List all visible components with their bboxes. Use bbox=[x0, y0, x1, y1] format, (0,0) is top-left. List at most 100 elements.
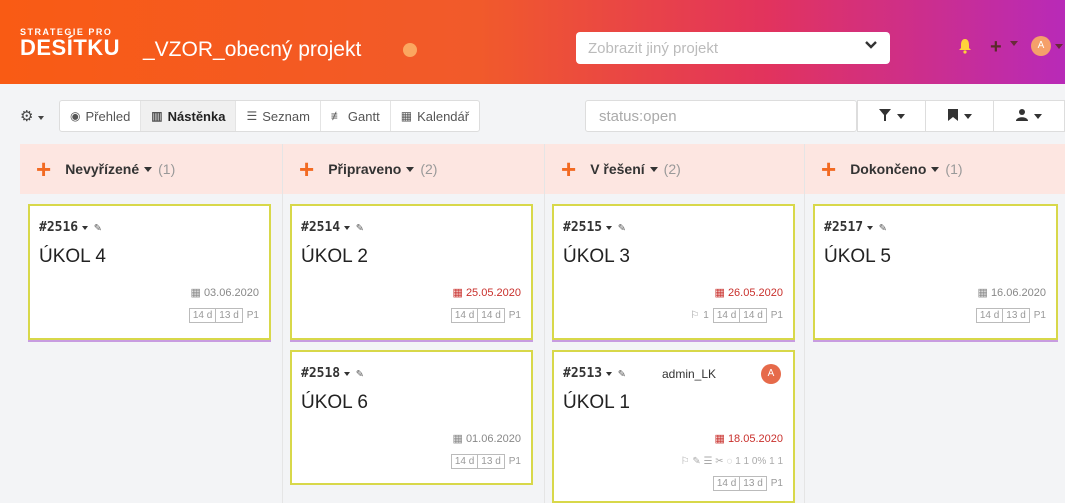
view-overview-button[interactable]: ◉ Přehled bbox=[60, 101, 142, 131]
chevron-down-icon[interactable] bbox=[606, 371, 613, 376]
top-header: STRATEGIE PRO DESÍTKU _VZOR_obecný proje… bbox=[0, 0, 1065, 84]
chevron-down-icon[interactable] bbox=[406, 166, 415, 172]
view-label: Nástěnka bbox=[167, 108, 226, 124]
funnel-icon bbox=[878, 108, 891, 124]
filter-button[interactable] bbox=[858, 101, 926, 131]
add-task-icon[interactable]: + bbox=[561, 156, 576, 182]
task-meta: ⚐ ✎ ☰ ✂ ◌ 1 1 0% 1 1 bbox=[681, 456, 783, 467]
task-estimates: 14 d 13 d P1 bbox=[450, 454, 521, 469]
project-select[interactable]: Zobrazit jiný projekt bbox=[576, 32, 890, 64]
task-card[interactable]: #2514 ✎ ÚKOL 2 ▦ 25.05.2020 14 d 14 d P1 bbox=[290, 204, 533, 340]
task-card[interactable]: #2517 ✎ ÚKOL 5 ▦ 16.06.2020 14 d 13 d P1 bbox=[813, 204, 1058, 340]
view-calendar-button[interactable]: ▦ Kalendář bbox=[391, 101, 479, 131]
priority: P1 bbox=[246, 310, 259, 321]
due-date-text: 03.06.2020 bbox=[203, 287, 259, 299]
add-task-icon[interactable]: + bbox=[36, 156, 51, 182]
priority: P1 bbox=[1033, 310, 1046, 321]
project-title[interactable]: _VZOR_obecný projekt bbox=[143, 38, 361, 62]
user-caret-icon[interactable] bbox=[1055, 44, 1063, 49]
add-task-icon[interactable]: + bbox=[299, 156, 314, 182]
chevron-down-icon[interactable] bbox=[649, 166, 658, 172]
task-id[interactable]: #2513 ✎ bbox=[563, 366, 625, 381]
filter-buttons bbox=[857, 100, 1065, 132]
task-id[interactable]: #2514 ✎ bbox=[301, 220, 363, 235]
user-filter-button[interactable] bbox=[994, 101, 1064, 131]
search-input[interactable] bbox=[585, 100, 857, 132]
edit-icon[interactable]: ✎ bbox=[879, 220, 886, 234]
edit-icon[interactable]: ✎ bbox=[356, 220, 363, 234]
edit-icon[interactable]: ✎ bbox=[356, 366, 363, 380]
gear-icon[interactable]: ⚙ bbox=[20, 107, 33, 125]
task-card[interactable]: #2513 ✎ admin_LK A ÚKOL 1 ▦ 18.05.2020 ⚐ … bbox=[552, 350, 795, 503]
task-estimates: ⚐ 1 14 d 14 d P1 bbox=[690, 308, 783, 323]
due-date: ▦ 16.06.2020 bbox=[977, 286, 1046, 299]
task-id-text: #2515 bbox=[563, 220, 603, 235]
calendar-icon: ▦ bbox=[714, 287, 725, 299]
bookmark-caret-icon bbox=[963, 113, 972, 119]
info-icon[interactable] bbox=[403, 43, 417, 57]
task-title: ÚKOL 4 bbox=[39, 246, 106, 267]
assignee-avatar[interactable]: A bbox=[761, 364, 781, 384]
chevron-down-icon bbox=[864, 37, 878, 56]
add-icon[interactable]: + bbox=[990, 36, 1002, 59]
board-icon: ▥ bbox=[151, 109, 163, 123]
view-board-button[interactable]: ▥ Nástěnka bbox=[141, 101, 237, 131]
chevron-down-icon[interactable] bbox=[144, 166, 153, 172]
bell-icon[interactable] bbox=[957, 38, 973, 54]
calendar-icon: ▦ bbox=[714, 433, 725, 445]
list-icon: ☰ bbox=[246, 109, 258, 123]
column-header-v-reseni[interactable]: + V řešení (2) bbox=[545, 144, 804, 194]
bookmark-icon bbox=[947, 108, 958, 124]
gear-caret-icon[interactable] bbox=[38, 116, 44, 120]
chevron-down-icon[interactable] bbox=[82, 225, 89, 230]
task-estimates: 14 d 13 d P1 bbox=[975, 308, 1046, 323]
task-id[interactable]: #2515 ✎ bbox=[563, 220, 625, 235]
column-header-pripraveno[interactable]: + Připraveno (2) bbox=[283, 144, 544, 194]
app-logo[interactable]: STRATEGIE PRO DESÍTKU bbox=[20, 28, 120, 59]
chevron-down-icon[interactable] bbox=[867, 225, 874, 230]
due-date: ▦ 25.05.2020 bbox=[452, 286, 521, 299]
task-card[interactable]: #2515 ✎ ÚKOL 3 ▦ 26.05.2020 ⚐ 1 14 d 14 d … bbox=[552, 204, 795, 340]
task-estimates: 14 d 13 d P1 bbox=[712, 476, 783, 491]
project-select-placeholder: Zobrazit jiný projekt bbox=[588, 40, 719, 57]
column-divider bbox=[804, 144, 805, 503]
view-gantt-button[interactable]: ≢ Gantt bbox=[321, 101, 391, 131]
estimate-value: 14 d bbox=[452, 309, 479, 322]
spent-value: 13 d bbox=[219, 310, 239, 321]
task-id[interactable]: #2516 ✎ bbox=[39, 220, 101, 235]
task-title: ÚKOL 1 bbox=[563, 392, 630, 413]
task-id[interactable]: #2518 ✎ bbox=[301, 366, 363, 381]
meta-values: 1 1 0% 1 1 bbox=[735, 456, 783, 467]
task-id-text: #2514 bbox=[301, 220, 341, 235]
column-divider bbox=[282, 144, 283, 503]
bookmark-button[interactable] bbox=[926, 101, 994, 131]
task-estimates: 14 d 13 d P1 bbox=[188, 308, 259, 323]
chevron-down-icon[interactable] bbox=[931, 166, 940, 172]
task-card[interactable]: #2516 ✎ ÚKOL 4 ▦ 03.06.2020 14 d 13 d P1 bbox=[28, 204, 271, 340]
column-header-nevyrizene[interactable]: + Nevyřízené (1) bbox=[20, 144, 282, 194]
due-date: ▦ 03.06.2020 bbox=[190, 286, 259, 299]
edit-icon[interactable]: ✎ bbox=[618, 220, 625, 234]
task-id-text: #2518 bbox=[301, 366, 341, 381]
task-card[interactable]: #2518 ✎ ÚKOL 6 ▦ 01.06.2020 14 d 13 d P1 bbox=[290, 350, 533, 485]
task-id[interactable]: #2517 ✎ bbox=[824, 220, 886, 235]
column-header-dokonceno[interactable]: + Dokončeno (1) bbox=[805, 144, 1065, 194]
edit-icon[interactable]: ✎ bbox=[618, 366, 625, 380]
spent-value: 13 d bbox=[743, 478, 763, 489]
edit-icon[interactable]: ✎ bbox=[94, 220, 101, 234]
view-list-button[interactable]: ☰ Seznam bbox=[236, 101, 321, 131]
add-task-icon[interactable]: + bbox=[821, 156, 836, 182]
chevron-down-icon[interactable] bbox=[344, 225, 351, 230]
priority: P1 bbox=[770, 310, 783, 321]
add-caret-icon[interactable] bbox=[1010, 41, 1018, 46]
priority: P1 bbox=[770, 478, 783, 489]
user-avatar[interactable]: A bbox=[1031, 36, 1051, 56]
due-date: ▦ 01.06.2020 bbox=[452, 432, 521, 445]
due-date-text: 16.06.2020 bbox=[990, 287, 1046, 299]
column-count: (1) bbox=[158, 161, 176, 177]
task-title: ÚKOL 2 bbox=[301, 246, 368, 267]
chevron-down-icon[interactable] bbox=[606, 225, 613, 230]
spent-value: 13 d bbox=[1006, 310, 1026, 321]
estimate-value: 14 d bbox=[977, 309, 1004, 322]
chevron-down-icon[interactable] bbox=[344, 371, 351, 376]
